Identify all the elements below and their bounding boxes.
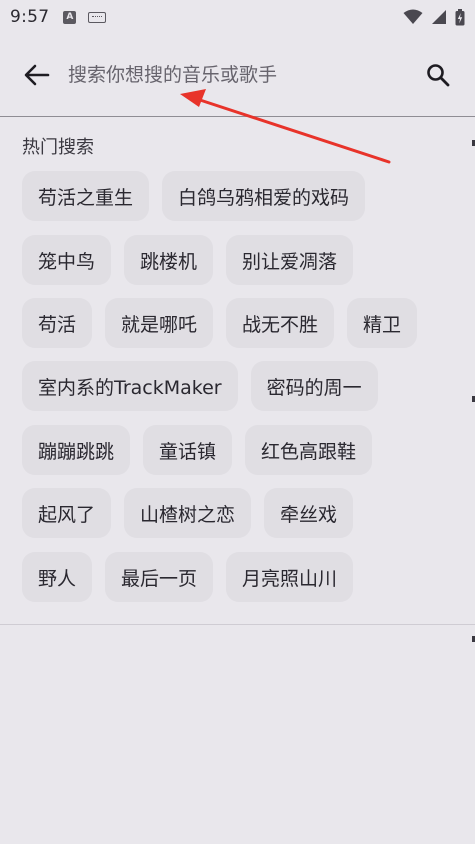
hot-search-chip[interactable]: 笼中鸟 [22, 235, 112, 285]
hot-search-chip[interactable]: 室内系的TrackMaker [22, 361, 238, 411]
hot-search-chip[interactable]: 别让爱凋落 [226, 235, 354, 285]
hot-search-chip[interactable]: 就是哪吒 [105, 298, 214, 348]
keyboard-icon [88, 11, 107, 23]
hot-search-chip[interactable]: 蹦蹦跳跳 [22, 425, 131, 475]
search-screen: 9:57 A 搜索你想搜的音乐或歌手 热门搜索 苟活之重生 白鸽乌鸦相爱的戏码 … [0, 0, 475, 844]
back-button[interactable] [20, 60, 54, 90]
hot-search-row: 苟活之重生 白鸽乌鸦相爱的戏码 [22, 171, 366, 221]
hot-search-row: 起风了 山楂树之恋 牵丝戏 [22, 488, 354, 538]
hot-search-chip[interactable]: 苟活 [22, 298, 93, 348]
battery-icon [455, 8, 465, 25]
app-bar-divider [0, 116, 475, 117]
hot-search-chip[interactable]: 童话镇 [143, 425, 233, 475]
hot-search-chip[interactable]: 精卫 [347, 298, 418, 348]
hot-search-chip[interactable]: 牵丝戏 [264, 488, 354, 538]
hot-search-row: 蹦蹦跳跳 童话镇 红色高跟鞋 [22, 425, 373, 475]
status-bar: 9:57 A [0, 0, 475, 34]
hot-search-chip[interactable]: 战无不胜 [226, 298, 335, 348]
wifi-icon [403, 9, 423, 24]
search-button[interactable] [420, 58, 456, 92]
search-input[interactable] [68, 56, 398, 94]
hot-search-row: 室内系的TrackMaker 密码的周一 [22, 361, 378, 411]
search-app-bar [0, 34, 475, 117]
status-time: 9:57 [10, 7, 50, 27]
hot-search-chip[interactable]: 月亮照山川 [226, 552, 354, 602]
search-icon [427, 64, 450, 87]
status-icons [403, 8, 465, 26]
hot-search-chip[interactable]: 最后一页 [105, 552, 214, 602]
hot-search-chip[interactable]: 红色高跟鞋 [245, 425, 373, 475]
hot-search-row: 野人 最后一页 月亮照山川 [22, 552, 354, 602]
arrow-back-icon [24, 64, 50, 86]
hot-search-row: 苟活 就是哪吒 战无不胜 精卫 [22, 298, 418, 348]
annotation-arrow-icon [180, 89, 391, 164]
hot-search-chip[interactable]: 白鸽乌鸦相爱的戏码 [162, 171, 366, 221]
hot-search-title: 热门搜索 [22, 137, 94, 158]
hot-search-chip[interactable]: 密码的周一 [250, 361, 378, 411]
hot-search-chip[interactable]: 野人 [22, 552, 93, 602]
hot-search-chip[interactable]: 起风了 [22, 488, 112, 538]
hot-search-chip[interactable]: 跳楼机 [124, 235, 214, 285]
hot-search-chip[interactable]: 苟活之重生 [22, 171, 150, 221]
hot-search-row: 笼中鸟 跳楼机 别让爱凋落 [22, 235, 354, 285]
list-bottom-divider [0, 624, 475, 625]
app-notification-icon: A [63, 10, 77, 24]
hot-search-chip[interactable]: 山楂树之恋 [124, 488, 252, 538]
signal-icon [432, 10, 446, 24]
